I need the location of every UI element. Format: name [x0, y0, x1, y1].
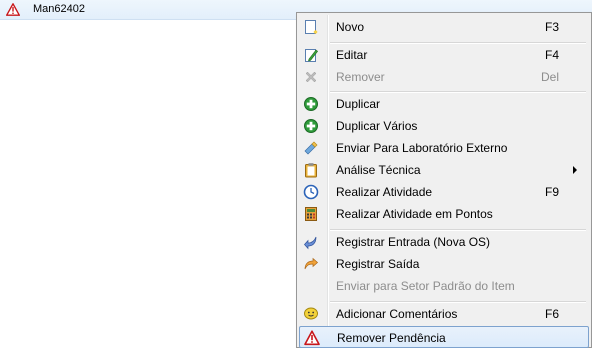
green-plus-icon — [303, 96, 319, 112]
menu-label: Remover — [336, 70, 385, 84]
menu-shortcut: F3 — [544, 20, 559, 34]
menu-shortcut: F9 — [544, 185, 559, 199]
menu-item-registrar-saida[interactable]: Registrar Saída — [299, 253, 589, 275]
menu-item-remover[interactable]: Remover Del — [299, 66, 589, 88]
new-document-icon — [303, 19, 319, 35]
menu-label: Realizar Atividade — [336, 185, 433, 199]
menu-shortcut: Del — [540, 70, 559, 84]
clock-icon — [303, 184, 319, 200]
menu-label: Enviar Para Laboratório Externo — [336, 141, 508, 155]
menu-shortcut: F6 — [544, 307, 559, 321]
context-menu: Novo F3 Editar F4 Remover Del Duplicar D… — [296, 12, 592, 348]
menu-label: Duplicar Vários — [336, 119, 418, 133]
menu-label: Duplicar — [336, 97, 381, 111]
menu-label: Análise Técnica — [336, 163, 421, 177]
menu-label: Enviar para Setor Padrão do Item — [336, 279, 515, 293]
menu-shortcut: F4 — [544, 48, 559, 62]
menu-item-realizar-atividade-pontos[interactable]: Realizar Atividade em Pontos — [299, 203, 589, 225]
menu-item-adicionar-comentarios[interactable]: Adicionar Comentários F6 — [299, 303, 589, 325]
comment-smiley-icon — [303, 306, 319, 322]
arrow-return-icon — [303, 234, 319, 250]
row-label: Man62402 — [33, 3, 85, 15]
menu-label: Remover Pendência — [337, 331, 446, 345]
arrow-forward-icon — [303, 256, 319, 272]
menu-item-realizar-atividade[interactable]: Realizar Atividade F9 — [299, 181, 589, 203]
warning-icon — [304, 330, 320, 346]
menu-item-enviar-setor[interactable]: Enviar para Setor Padrão do Item — [299, 275, 589, 297]
menu-label: Adicionar Comentários — [336, 307, 458, 321]
menu-label: Editar — [336, 48, 368, 62]
menu-item-duplicar[interactable]: Duplicar — [299, 93, 589, 115]
menu-label: Novo — [336, 20, 365, 34]
green-plus-icon — [303, 118, 319, 134]
menu-item-enviar-laboratorio[interactable]: Enviar Para Laboratório Externo — [299, 137, 589, 159]
warning-icon — [6, 3, 20, 16]
submenu-arrow-icon — [573, 166, 577, 174]
calculator-icon — [303, 206, 319, 222]
lab-send-icon — [303, 140, 319, 156]
delete-x-icon — [303, 69, 319, 85]
menu-item-novo[interactable]: Novo F3 — [299, 16, 589, 38]
menu-item-duplicar-varios[interactable]: Duplicar Vários — [299, 115, 589, 137]
menu-label: Realizar Atividade em Pontos — [336, 207, 493, 221]
menu-item-remover-pendencia[interactable]: Remover Pendência — [299, 326, 589, 348]
menu-item-analise-tecnica[interactable]: Análise Técnica — [299, 159, 589, 181]
clipboard-icon — [303, 162, 319, 178]
edit-pencil-icon — [303, 47, 319, 63]
menu-item-editar[interactable]: Editar F4 — [299, 44, 589, 66]
menu-label: Registrar Saída — [336, 257, 420, 271]
menu-item-registrar-entrada[interactable]: Registrar Entrada (Nova OS) — [299, 231, 589, 253]
screen: Man62402 Novo F3 Editar F4 Remover Del D… — [0, 0, 592, 348]
menu-label: Registrar Entrada (Nova OS) — [336, 235, 491, 249]
